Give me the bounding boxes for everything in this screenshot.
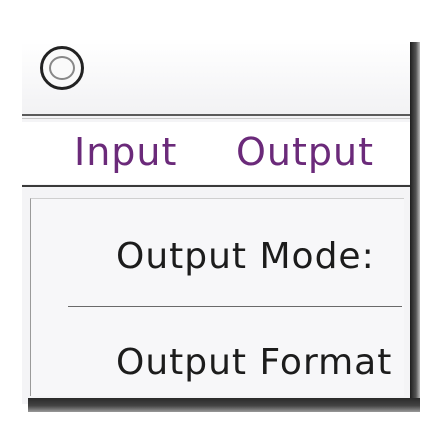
menu-input[interactable]: Input: [74, 130, 177, 174]
app-circle-inner-icon: [49, 56, 75, 80]
dropdown-separator: [68, 306, 402, 307]
menu-output[interactable]: Output: [236, 130, 374, 174]
title-divider-highlight: [22, 118, 412, 119]
title-divider: [22, 114, 412, 116]
menu-item-output-format[interactable]: Output Format: [116, 342, 392, 383]
window-right-shadow: [410, 42, 420, 412]
window-bottom-shadow: [28, 398, 420, 412]
menu-item-output-mode[interactable]: Output Mode:: [116, 236, 375, 277]
menubar-divider: [22, 185, 412, 187]
app-stage: Input Output Output Mode: Output Format: [0, 0, 448, 448]
app-circle-icon[interactable]: [40, 46, 84, 90]
